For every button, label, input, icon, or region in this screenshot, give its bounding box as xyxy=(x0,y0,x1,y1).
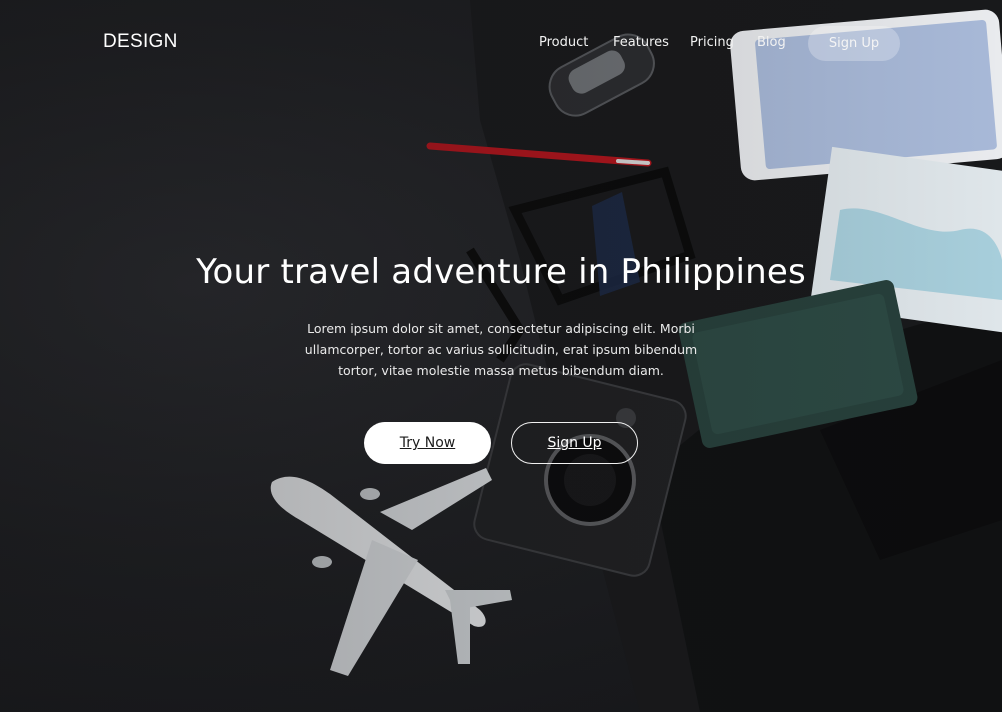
hero-section: DESIGN Product Features Pricing Blog Sig… xyxy=(0,0,1002,712)
nav-signup-button[interactable]: Sign Up xyxy=(808,26,900,61)
hero-headline: Your travel adventure in Philippines xyxy=(196,252,806,292)
nav-link-features[interactable]: Features xyxy=(613,35,669,50)
hero-signup-button[interactable]: Sign Up xyxy=(511,422,638,464)
nav-link-pricing[interactable]: Pricing xyxy=(690,35,734,50)
try-now-button[interactable]: Try Now xyxy=(364,422,491,464)
nav-link-blog[interactable]: Blog xyxy=(757,35,786,50)
main-nav: Product Features Pricing Blog Sign Up xyxy=(0,26,1002,62)
nav-link-product[interactable]: Product xyxy=(539,35,588,50)
hero-description: Lorem ipsum dolor sit amet, consectetur … xyxy=(304,321,698,378)
